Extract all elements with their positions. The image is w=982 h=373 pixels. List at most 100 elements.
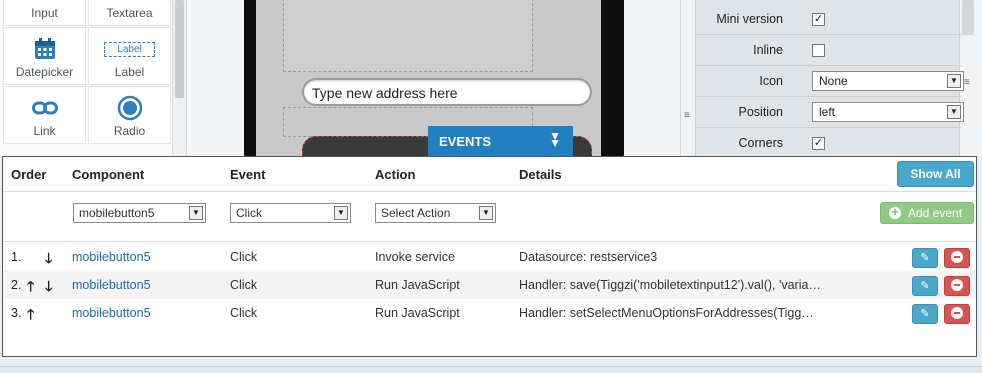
table-row: 1. 🡓 mobilebutton5 Click Invoke service … bbox=[3, 243, 976, 271]
label-icon: Label bbox=[89, 36, 170, 62]
row-component-link[interactable]: mobilebutton5 bbox=[72, 306, 151, 320]
table-row: 3. 🡑 mobilebutton5 Click Run JavaScript … bbox=[3, 299, 976, 327]
row-action: Invoke service bbox=[375, 250, 455, 264]
row-order: 1. bbox=[11, 250, 22, 264]
header-order: Order bbox=[11, 167, 47, 182]
row-component-link[interactable]: mobilebutton5 bbox=[72, 278, 151, 292]
position-select[interactable]: left ▼ bbox=[812, 102, 964, 122]
delete-button[interactable] bbox=[944, 304, 970, 324]
inline-checkbox[interactable] bbox=[812, 44, 825, 57]
dropdown-arrow-icon: ▼ bbox=[334, 206, 348, 220]
properties-list: Mini version ✓ Inline Icon None ▼ Positi… bbox=[695, 0, 964, 159]
prop-label: Inline bbox=[753, 43, 783, 57]
prop-row-icon: Icon None ▼ bbox=[696, 66, 964, 97]
palette-item-input[interactable]: Input bbox=[3, 0, 86, 26]
double-chevron-down-icon: ▼ ▼ bbox=[549, 129, 561, 150]
palette-item-label: Link bbox=[33, 124, 56, 138]
row-details: Handler: save(Tiggzi('mobiletextinput12'… bbox=[519, 278, 821, 292]
minus-circle-icon bbox=[951, 279, 963, 291]
move-up-icon[interactable]: 🡑 bbox=[27, 304, 34, 328]
palette-item-label: Label bbox=[114, 65, 145, 79]
events-tab-label: EVENTS bbox=[439, 134, 492, 149]
link-icon bbox=[4, 95, 85, 121]
delete-button[interactable] bbox=[944, 276, 970, 296]
header-event: Event bbox=[230, 167, 266, 182]
canvas-container[interactable] bbox=[283, 0, 533, 72]
table-row: 2. 🡑 🡓 mobilebutton5 Click Run JavaScrip… bbox=[3, 271, 976, 299]
row-event: Click bbox=[230, 278, 258, 292]
prop-label: Icon bbox=[759, 74, 783, 88]
select-value: Select Action bbox=[381, 206, 451, 220]
dropdown-arrow-icon: ▼ bbox=[479, 206, 493, 220]
action-filter-select[interactable]: Select Action ▼ bbox=[375, 203, 496, 223]
move-down-icon[interactable]: 🡓 bbox=[45, 248, 52, 272]
palette-item-link[interactable]: Link bbox=[3, 86, 86, 144]
header-component: Component bbox=[72, 167, 145, 182]
prop-row-mini-version: Mini version ✓ bbox=[696, 4, 961, 35]
select-value: left bbox=[819, 105, 836, 119]
prop-row-corners: Corners ✓ bbox=[696, 128, 961, 159]
label-icon-text: Label bbox=[104, 41, 155, 57]
calendar-icon bbox=[4, 36, 85, 62]
prop-label: Position bbox=[738, 105, 783, 119]
row-details: Handler: setSelectMenuOptionsForAddresse… bbox=[519, 306, 814, 320]
properties-scrollbar[interactable] bbox=[962, 0, 974, 35]
show-all-button[interactable]: Show All bbox=[897, 161, 974, 187]
events-panel: Order Component Event Action Details Sho… bbox=[2, 156, 977, 357]
event-filter-select[interactable]: Click ▼ bbox=[230, 203, 351, 223]
header-action: Action bbox=[375, 167, 416, 182]
row-order: 2. bbox=[11, 278, 22, 292]
row-event: Click bbox=[230, 250, 258, 264]
palette-item-label: Textarea bbox=[106, 6, 153, 20]
palette-item-label: Datepicker bbox=[15, 65, 74, 79]
address-input[interactable]: Type new address here bbox=[302, 78, 592, 106]
dropdown-arrow-icon: ▼ bbox=[189, 206, 203, 220]
minus-circle-icon bbox=[951, 251, 963, 263]
palette-item-datepicker[interactable]: Datepicker bbox=[3, 27, 86, 85]
add-event-label: Add event bbox=[908, 206, 963, 220]
palette-item-label[interactable]: Label Label bbox=[88, 27, 171, 85]
row-action: Run JavaScript bbox=[375, 278, 460, 292]
status-strip bbox=[0, 366, 982, 373]
divider bbox=[3, 191, 976, 192]
properties-panel: Mini version ✓ Inline Icon None ▼ Positi… bbox=[680, 0, 982, 159]
row-action: Run JavaScript bbox=[375, 306, 460, 320]
add-event-button[interactable]: + Add event bbox=[880, 202, 974, 224]
row-component-link[interactable]: mobilebutton5 bbox=[72, 250, 151, 264]
mini-version-checkbox[interactable]: ✓ bbox=[812, 13, 825, 26]
palette-scrollbar[interactable] bbox=[172, 0, 186, 157]
move-up-icon[interactable]: 🡑 bbox=[27, 276, 34, 300]
edit-icon: ✎ bbox=[920, 308, 930, 320]
edit-button[interactable]: ✎ bbox=[912, 304, 938, 324]
events-tab[interactable]: EVENTS ▼ ▼ bbox=[428, 126, 573, 157]
divider bbox=[3, 241, 976, 242]
plus-icon: + bbox=[889, 206, 901, 219]
radio-icon bbox=[89, 95, 170, 121]
minus-circle-icon bbox=[951, 307, 963, 319]
select-value: Click bbox=[236, 206, 262, 220]
edit-button[interactable]: ✎ bbox=[912, 276, 938, 296]
select-value: None bbox=[819, 74, 848, 88]
edit-button[interactable]: ✎ bbox=[912, 248, 938, 268]
component-filter-select[interactable]: mobilebutton5 ▼ bbox=[73, 203, 206, 223]
resize-grip-icon[interactable]: ≡ bbox=[964, 77, 970, 88]
dropdown-arrow-icon: ▼ bbox=[947, 105, 961, 119]
palette-item-label: Radio bbox=[113, 124, 146, 138]
icon-select[interactable]: None ▼ bbox=[812, 71, 964, 91]
dropdown-arrow-icon: ▼ bbox=[947, 74, 961, 88]
move-down-icon[interactable]: 🡓 bbox=[45, 276, 52, 300]
edit-icon: ✎ bbox=[920, 280, 930, 292]
palette-item-textarea[interactable]: Textarea bbox=[88, 0, 171, 26]
resize-grip-icon[interactable]: ≡ bbox=[684, 110, 690, 121]
delete-button[interactable] bbox=[944, 248, 970, 268]
row-event: Click bbox=[230, 306, 258, 320]
palette-item-label: Input bbox=[31, 6, 58, 20]
prop-row-inline: Inline bbox=[696, 35, 961, 66]
prop-label: Mini version bbox=[716, 12, 783, 26]
prop-row-position: Position left ▼ bbox=[696, 97, 964, 128]
corners-checkbox[interactable]: ✓ bbox=[812, 137, 825, 150]
palette-item-radio[interactable]: Radio bbox=[88, 86, 171, 144]
edit-icon: ✎ bbox=[920, 252, 930, 264]
component-palette: Input Textarea Datepicker Label Label Li… bbox=[0, 0, 187, 157]
scrollbar-thumb[interactable] bbox=[175, 0, 184, 98]
